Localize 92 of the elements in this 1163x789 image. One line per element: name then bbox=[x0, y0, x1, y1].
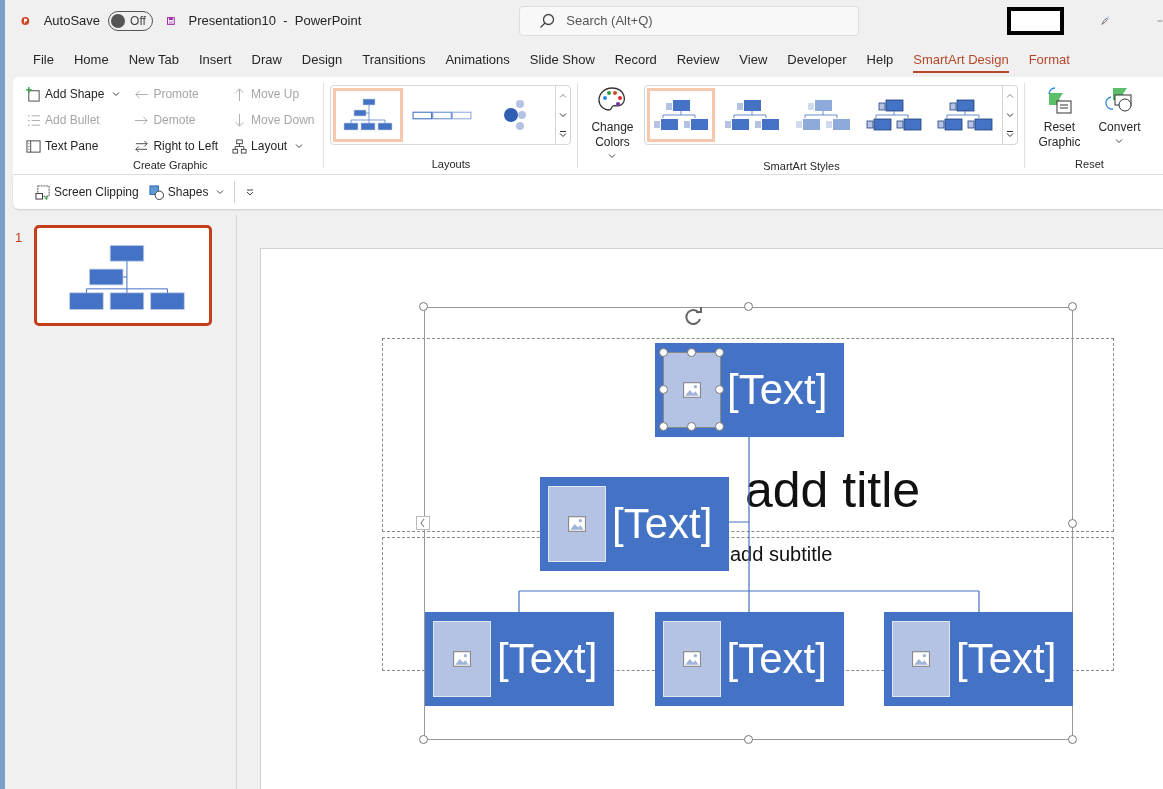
redaction-block bbox=[1007, 6, 1064, 35]
search-field[interactable]: Search (Alt+Q) bbox=[519, 5, 860, 36]
autosave-label: AutoSave bbox=[43, 13, 101, 28]
picture-icon bbox=[453, 651, 471, 667]
menu-tab[interactable]: Help bbox=[856, 45, 904, 73]
change-colors-button[interactable]: Change Colors bbox=[584, 81, 641, 160]
add-bullet-icon bbox=[26, 112, 41, 128]
style-option[interactable] bbox=[647, 88, 716, 142]
title-text: add title bbox=[745, 461, 921, 519]
add-shape-icon bbox=[26, 86, 41, 102]
menu-tab[interactable]: Record bbox=[604, 45, 667, 73]
menu-tab[interactable]: Home bbox=[63, 45, 119, 73]
group-label: SmartArt Styles bbox=[763, 160, 840, 174]
group-label: Reset bbox=[1075, 158, 1104, 172]
resize-handle[interactable] bbox=[744, 735, 753, 744]
subtitle-text: add subtitle bbox=[730, 543, 833, 566]
menu-tab[interactable]: SmartArt Design bbox=[903, 45, 1019, 73]
chevron-icon bbox=[1115, 137, 1124, 145]
chevron-icon bbox=[216, 188, 225, 196]
chevron-icon bbox=[112, 90, 121, 98]
more-icon[interactable] bbox=[559, 130, 568, 139]
screen-clipping-button[interactable]: Screen Clipping bbox=[35, 184, 139, 200]
menu-tab[interactable]: Format bbox=[1018, 45, 1080, 73]
resize-handle[interactable] bbox=[715, 348, 724, 357]
text-pane-icon bbox=[26, 138, 41, 154]
menu-tab[interactable]: Transitions bbox=[352, 45, 436, 73]
node-text: [Text] bbox=[727, 366, 828, 414]
scroll-down-icon[interactable] bbox=[559, 111, 568, 119]
layout-option[interactable] bbox=[333, 88, 404, 142]
node-text: [Text] bbox=[612, 500, 713, 548]
scroll-down-icon[interactable] bbox=[1006, 111, 1015, 119]
resize-handle[interactable] bbox=[419, 735, 428, 744]
org-chart-style-icon bbox=[935, 97, 996, 133]
picture-icon bbox=[568, 516, 586, 532]
ribbon-command[interactable]: Text Pane bbox=[23, 133, 124, 159]
node-text: [Text] bbox=[726, 635, 827, 683]
resize-handle[interactable] bbox=[715, 385, 724, 394]
resize-handle[interactable] bbox=[687, 422, 696, 431]
org-chart-node[interactable]: [Text] bbox=[425, 612, 614, 706]
ribbon-command[interactable]: Add Shape bbox=[23, 81, 124, 107]
autosave-toggle[interactable]: Off bbox=[108, 10, 153, 31]
resize-handle[interactable] bbox=[659, 422, 668, 431]
org-chart-node[interactable]: [Text] bbox=[884, 612, 1073, 706]
resize-handle[interactable] bbox=[687, 348, 696, 357]
org-chart-node[interactable]: [Text] bbox=[655, 343, 844, 437]
org-chart-node[interactable]: [Text] bbox=[540, 477, 729, 571]
resize-handle[interactable] bbox=[1068, 302, 1077, 311]
ribbon-command[interactable]: Layout bbox=[229, 133, 318, 159]
document-title: Presentation10 - PowerPoint bbox=[188, 13, 362, 28]
resize-handle[interactable] bbox=[1068, 735, 1077, 744]
search-icon bbox=[539, 12, 556, 29]
menu-tab[interactable]: Slide Show bbox=[519, 45, 605, 73]
picture-icon bbox=[912, 651, 930, 667]
chevron-icon bbox=[295, 142, 304, 150]
group-label: Layouts bbox=[431, 158, 471, 172]
resize-handle[interactable] bbox=[659, 385, 668, 394]
menu-tab[interactable]: New Tab bbox=[118, 45, 189, 73]
layout-icon bbox=[232, 138, 248, 154]
menu-tab[interactable]: Review bbox=[666, 45, 730, 73]
reset-graphic-button[interactable]: Reset Graphic bbox=[1031, 81, 1088, 150]
picture-icon bbox=[683, 382, 701, 398]
menu-tab[interactable]: Draw bbox=[241, 45, 292, 73]
node-text: [Text] bbox=[497, 635, 598, 683]
group-label: Create Graphic bbox=[132, 159, 208, 173]
menu-tab[interactable]: Insert bbox=[189, 45, 242, 73]
convert-button[interactable]: Convert bbox=[1091, 81, 1148, 145]
picture-icon bbox=[682, 651, 701, 667]
horizontal-blocks-icon bbox=[412, 110, 473, 120]
shapes-icon bbox=[148, 184, 164, 200]
menu-tab[interactable]: Animations bbox=[435, 45, 520, 73]
right-to-left-icon bbox=[134, 138, 150, 154]
resize-handle[interactable] bbox=[744, 302, 753, 311]
screen-clipping-icon bbox=[35, 184, 50, 200]
org-chart-node[interactable]: [Text] bbox=[654, 612, 844, 706]
ribbon-command[interactable]: Right to Left bbox=[131, 133, 222, 159]
expand-text-pane-icon[interactable] bbox=[416, 516, 430, 530]
menu-tab[interactable]: Developer bbox=[777, 45, 857, 73]
chevron-icon bbox=[608, 152, 617, 160]
resize-handle[interactable] bbox=[659, 348, 668, 357]
slide-number: 1 bbox=[15, 230, 23, 245]
resize-handle[interactable] bbox=[419, 302, 428, 311]
menu-tab[interactable]: File bbox=[23, 45, 64, 73]
rotate-handle-icon[interactable] bbox=[684, 307, 704, 327]
org-chart-style-icon bbox=[864, 97, 925, 133]
resize-handle[interactable] bbox=[1068, 519, 1077, 528]
customize-toolbar-icon[interactable] bbox=[245, 187, 256, 197]
shapes-button[interactable]: Shapes bbox=[148, 184, 225, 200]
menu-tab[interactable]: View bbox=[729, 45, 778, 73]
more-icon[interactable] bbox=[1006, 130, 1015, 139]
resize-handle[interactable] bbox=[715, 422, 724, 431]
menu-tab[interactable]: Design bbox=[291, 45, 353, 73]
node-text: [Text] bbox=[956, 635, 1057, 683]
